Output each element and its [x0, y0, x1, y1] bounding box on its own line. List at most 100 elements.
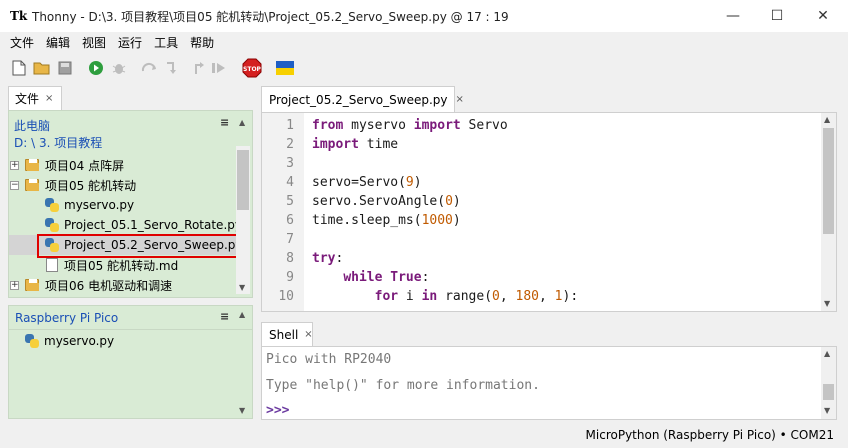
step-over-icon[interactable] [139, 57, 161, 79]
stop-icon[interactable]: STOP [241, 57, 263, 79]
save-icon[interactable] [54, 57, 76, 79]
tab-shell[interactable]: Shell × [261, 322, 313, 346]
code-keyword: from [312, 118, 344, 133]
window-title: Thonny - D:\3. 项目教程\项目05 舵机转动\Project_05… [32, 9, 509, 24]
code-text: ) [413, 175, 422, 190]
device-menu-icon[interactable]: ≡ [220, 310, 229, 323]
code-text: ) [452, 213, 461, 228]
code-keyword: import [413, 118, 461, 133]
tab-files[interactable]: 文件 × [8, 86, 62, 110]
shell-scrollbar-thumb[interactable] [823, 384, 834, 400]
maximize-button[interactable]: ☐ [754, 0, 800, 32]
scroll-down-icon[interactable]: ▼ [239, 283, 245, 292]
debug-icon[interactable] [108, 57, 130, 79]
scroll-down-icon[interactable]: ▼ [824, 299, 830, 308]
tree-item-label: 项目05 舵机转动.md [64, 258, 179, 273]
status-bar: MicroPython (Raspberry Pi Pico) • COM21 [0, 422, 848, 448]
code-line: for i in range(0, 180, 1): [312, 287, 579, 306]
shell-tab-label: Shell [269, 327, 299, 342]
tree-item-label: myservo.py [44, 334, 115, 348]
close-icon[interactable]: × [304, 329, 312, 340]
close-icon[interactable]: × [45, 93, 53, 104]
step-into-icon[interactable] [162, 57, 184, 79]
collapse-icon[interactable]: − [10, 180, 19, 190]
scroll-up-icon[interactable]: ▲ [239, 118, 245, 127]
code-keyword: True [390, 270, 422, 285]
menu-view[interactable]: 视图 [76, 34, 112, 51]
resume-icon[interactable] [208, 57, 230, 79]
code-number: 1000 [421, 213, 453, 228]
expand-icon[interactable]: + [10, 280, 19, 290]
code-number: 9 [405, 175, 414, 190]
title-bar: Tk Thonny - D:\3. 项目教程\项目05 舵机转动\Project… [0, 0, 848, 32]
tree-item-folder[interactable]: + 项目04 点阵屏 [10, 155, 124, 175]
close-icon[interactable]: × [456, 94, 464, 105]
code-text: servo.ServoAngle( [312, 194, 446, 209]
files-menu-icon[interactable]: ≡ [220, 116, 229, 129]
menu-file[interactable]: 文件 [4, 34, 40, 51]
line-number: 6 [286, 213, 294, 228]
line-number: 2 [286, 137, 294, 152]
code-keyword: import [312, 137, 359, 152]
code-keyword: try [312, 251, 336, 266]
tree-item-folder[interactable]: + 项目06 电机驱动和调速 [10, 275, 172, 295]
code-line: while True: [312, 268, 429, 287]
expand-icon[interactable]: + [10, 160, 19, 170]
code-text: ): [562, 289, 579, 304]
code-line: import time [312, 135, 398, 154]
scroll-up-icon[interactable]: ▲ [239, 310, 245, 319]
step-out-icon[interactable] [185, 57, 207, 79]
tree-item-label: 项目06 电机驱动和调速 [45, 278, 173, 293]
menu-tools[interactable]: 工具 [148, 34, 184, 51]
folder-icon [25, 159, 39, 171]
line-number: 3 [286, 156, 294, 171]
code-keyword: for [374, 289, 399, 304]
line-number: 4 [286, 175, 294, 190]
tree-item-label: 项目05 舵机转动 [45, 178, 137, 193]
run-icon[interactable] [85, 57, 107, 79]
tab-editor-file[interactable]: Project_05.2_Servo_Sweep.py × [261, 86, 464, 112]
current-path-breadcrumb[interactable]: D: \ 3. 项目教程 [14, 134, 102, 151]
scroll-down-icon[interactable]: ▼ [239, 406, 245, 415]
line-number: 10 [278, 289, 294, 304]
tree-item-label: 项目04 点阵屏 [45, 158, 125, 173]
scroll-down-icon[interactable]: ▼ [824, 406, 830, 415]
tree-item-file[interactable]: myservo.py [44, 195, 134, 215]
code-number: 0 [445, 194, 453, 209]
menu-help[interactable]: 帮助 [184, 34, 220, 51]
stop-label: STOP [243, 66, 262, 73]
device-file-item[interactable]: myservo.py [24, 331, 114, 351]
tree-item-file[interactable]: 项目05 舵机转动.md [44, 255, 178, 275]
python-file-icon [44, 197, 60, 213]
minimize-button[interactable]: — [710, 0, 756, 32]
line-number: 7 [286, 232, 294, 247]
code-text: myservo [343, 118, 414, 133]
tree-item-label: myservo.py [64, 198, 135, 212]
code-line: try: [312, 249, 343, 268]
code-line: servo=Servo(9) [312, 173, 422, 192]
code-text: ) [452, 194, 461, 209]
code-text: time [358, 137, 399, 152]
files-scrollbar-thumb[interactable] [237, 150, 249, 210]
ukraine-flag-icon[interactable] [274, 57, 296, 79]
code-line: from myservo import Servo [312, 116, 508, 135]
open-folder-icon[interactable] [31, 57, 53, 79]
close-window-button[interactable]: ✕ [800, 0, 846, 32]
tree-item-folder[interactable]: − 项目05 舵机转动 [10, 175, 136, 195]
tree-item-file[interactable]: Project_05.1_Servo_Rotate.py [44, 215, 242, 235]
interpreter-status[interactable]: MicroPython (Raspberry Pi Pico) • COM21 [586, 428, 834, 442]
new-file-icon[interactable] [8, 57, 30, 79]
shell-prompt[interactable]: >>> [266, 402, 289, 420]
editor-scrollbar-thumb[interactable] [823, 128, 834, 234]
line-number: 5 [286, 194, 294, 209]
this-pc-label[interactable]: 此电脑 [14, 117, 50, 134]
scroll-up-icon[interactable]: ▲ [824, 349, 830, 358]
code-number: 0 [492, 289, 500, 304]
code-text: servo=Servo( [312, 175, 406, 190]
shell-output-line: Type "help()" for more information. [266, 378, 540, 393]
menu-run[interactable]: 运行 [112, 34, 148, 51]
scroll-up-icon[interactable]: ▲ [824, 115, 830, 124]
menu-edit[interactable]: 编辑 [40, 34, 76, 51]
